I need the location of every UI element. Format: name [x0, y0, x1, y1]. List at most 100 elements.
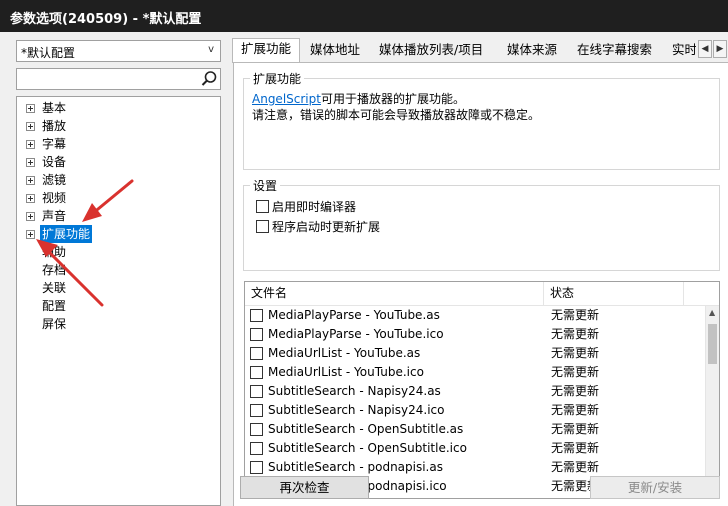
title-bar: 参数选项(240509) - *默认配置: [0, 0, 728, 32]
expand-icon[interactable]: [26, 212, 35, 221]
item-status: 无需更新: [551, 403, 600, 417]
item-status: 无需更新: [551, 308, 600, 322]
item-status: 无需更新: [551, 422, 600, 436]
warning-text: 请注意，错误的脚本可能会导致播放器故障或不稳定。: [252, 108, 541, 122]
settings-tree[interactable]: 基本 播放 字幕 设备 滤镜 视频 声音 扩展功能 辅助 存档 关联 配置 屏保: [16, 96, 221, 506]
tree-item-label: 视频: [42, 191, 67, 205]
item-checkbox[interactable]: [250, 366, 263, 379]
list-header: 文件名 状态: [245, 282, 719, 306]
item-filename: MediaPlayParse - YouTube.as: [268, 308, 440, 322]
item-filename: MediaPlayParse - YouTube.ico: [268, 327, 444, 341]
item-checkbox[interactable]: [250, 442, 263, 455]
preferences-dialog: *默认配置 v 基本 播放 字幕 设备 滤镜 视频 声音 扩展功能 辅助 存档 …: [0, 32, 728, 506]
item-checkbox[interactable]: [250, 347, 263, 360]
angelscript-link[interactable]: AngelScript: [252, 92, 321, 106]
tab-scroll-right-icon[interactable]: ▶: [713, 40, 727, 58]
update-on-start-label: 程序启动时更新扩展: [272, 220, 381, 234]
scrollbar-thumb[interactable]: [708, 324, 717, 364]
tab-media-source[interactable]: 媒体来源: [507, 40, 557, 62]
item-status: 无需更新: [551, 365, 600, 379]
profile-select-value: *默认配置: [21, 46, 76, 60]
list-item[interactable]: SubtitleSearch - podnapisi.as 无需更新: [245, 458, 705, 477]
profile-select[interactable]: *默认配置 v: [16, 40, 221, 62]
list-item[interactable]: MediaPlayParse - YouTube.as 无需更新: [245, 306, 705, 325]
item-status: 无需更新: [551, 460, 600, 474]
extension-description: AngelScript可用于播放器的扩展功能。: [252, 91, 465, 107]
list-scrollbar[interactable]: ▲ ▼: [705, 306, 719, 498]
scroll-up-icon[interactable]: ▲: [709, 308, 715, 317]
tree-item-label: 扩展功能: [40, 225, 93, 243]
tree-item-label: 配置: [42, 299, 67, 313]
item-checkbox[interactable]: [250, 423, 263, 436]
search-box: [16, 68, 221, 90]
item-filename: SubtitleSearch - OpenSubtitle.as: [268, 422, 464, 436]
item-filename: SubtitleSearch - podnapisi.as: [268, 460, 443, 474]
item-filename: SubtitleSearch - Napisy24.as: [268, 384, 441, 398]
column-filename[interactable]: 文件名: [245, 282, 544, 306]
item-checkbox[interactable]: [250, 385, 263, 398]
list-item[interactable]: MediaUrlList - YouTube.ico 无需更新: [245, 363, 705, 382]
update-install-button[interactable]: 更新/安装: [590, 476, 720, 499]
tab-extensions[interactable]: 扩展功能: [232, 38, 301, 63]
list-item[interactable]: SubtitleSearch - OpenSubtitle.ico 无需更新: [245, 439, 705, 458]
expand-icon[interactable]: [26, 194, 35, 203]
update-on-start-checkbox[interactable]: [256, 220, 269, 233]
settings-groupbox: 设置 启用即时编译器 程序启动时更新扩展: [243, 177, 720, 271]
item-status: 无需更新: [551, 441, 600, 455]
item-filename: MediaUrlList - YouTube.as: [268, 346, 421, 360]
item-checkbox[interactable]: [250, 309, 263, 322]
tab-scroll-left-icon[interactable]: ◀: [698, 40, 712, 58]
tree-item-label: 存档: [42, 263, 67, 277]
tree-item-label: 辅助: [42, 245, 67, 259]
recheck-button[interactable]: 再次检查: [240, 476, 369, 499]
item-checkbox[interactable]: [250, 404, 263, 417]
item-checkbox[interactable]: [250, 461, 263, 474]
tab-media-playlist[interactable]: 媒体播放列表/项目: [379, 40, 483, 62]
description-text: 可用于播放器的扩展功能。: [320, 92, 465, 106]
search-input[interactable]: [19, 71, 195, 87]
extensions-page: 扩展功能 AngelScript可用于播放器的扩展功能。 请注意，错误的脚本可能…: [233, 62, 728, 506]
item-status: 无需更新: [551, 346, 600, 360]
tab-media-url[interactable]: 媒体地址: [310, 40, 360, 62]
tree-item-label: 播放: [42, 119, 67, 133]
list-item[interactable]: SubtitleSearch - Napisy24.as 无需更新: [245, 382, 705, 401]
item-filename: SubtitleSearch - Napisy24.ico: [268, 403, 445, 417]
item-status: 无需更新: [551, 384, 600, 398]
list-item[interactable]: SubtitleSearch - Napisy24.ico 无需更新: [245, 401, 705, 420]
expand-icon[interactable]: [26, 140, 35, 149]
item-checkbox[interactable]: [250, 328, 263, 341]
update-on-start-option[interactable]: 程序启动时更新扩展: [256, 218, 456, 236]
list-item[interactable]: MediaUrlList - YouTube.as 无需更新: [245, 344, 705, 363]
group-title: 设置: [250, 177, 281, 194]
search-icon[interactable]: [200, 70, 218, 88]
tree-item-label: 基本: [42, 101, 67, 115]
item-filename: SubtitleSearch - OpenSubtitle.ico: [268, 441, 467, 455]
list-item[interactable]: SubtitleSearch - OpenSubtitle.as 无需更新: [245, 420, 705, 439]
group-title: 扩展功能: [250, 70, 305, 87]
item-status: 无需更新: [551, 327, 600, 341]
jit-compiler-label: 启用即时编译器: [272, 200, 357, 214]
expand-icon[interactable]: [26, 104, 35, 113]
tree-item-label: 声音: [42, 209, 67, 223]
window-title: 参数选项(240509) - *默认配置: [10, 12, 202, 27]
tab-realtime[interactable]: 实时: [672, 40, 696, 62]
tab-online-subtitle-search[interactable]: 在线字幕搜索: [577, 40, 652, 62]
tab-bar: 扩展功能 媒体地址 媒体播放列表/项目 媒体来源 在线字幕搜索 实时 ◀ ▶: [228, 38, 728, 63]
list-item[interactable]: MediaPlayParse - YouTube.ico 无需更新: [245, 325, 705, 344]
extension-file-list[interactable]: 文件名 状态 MediaPlayParse - YouTube.as 无需更新 …: [244, 281, 720, 499]
chevron-down-icon: v: [208, 44, 214, 55]
tree-item-label: 屏保: [42, 317, 67, 331]
expand-icon[interactable]: [26, 176, 35, 185]
expand-icon[interactable]: [26, 158, 35, 167]
expand-icon[interactable]: [26, 122, 35, 131]
extension-groupbox: 扩展功能 AngelScript可用于播放器的扩展功能。 请注意，错误的脚本可能…: [243, 70, 720, 170]
tree-item-label: 滤镜: [42, 173, 67, 187]
jit-compiler-option[interactable]: 启用即时编译器: [256, 198, 456, 216]
expand-icon[interactable]: [26, 230, 35, 239]
tree-item-label: 设备: [42, 155, 67, 169]
column-status[interactable]: 状态: [544, 282, 684, 306]
jit-compiler-checkbox[interactable]: [256, 200, 269, 213]
tree-item-label: 字幕: [42, 137, 67, 151]
tree-item-label: 关联: [42, 281, 67, 295]
item-filename: MediaUrlList - YouTube.ico: [268, 365, 424, 379]
